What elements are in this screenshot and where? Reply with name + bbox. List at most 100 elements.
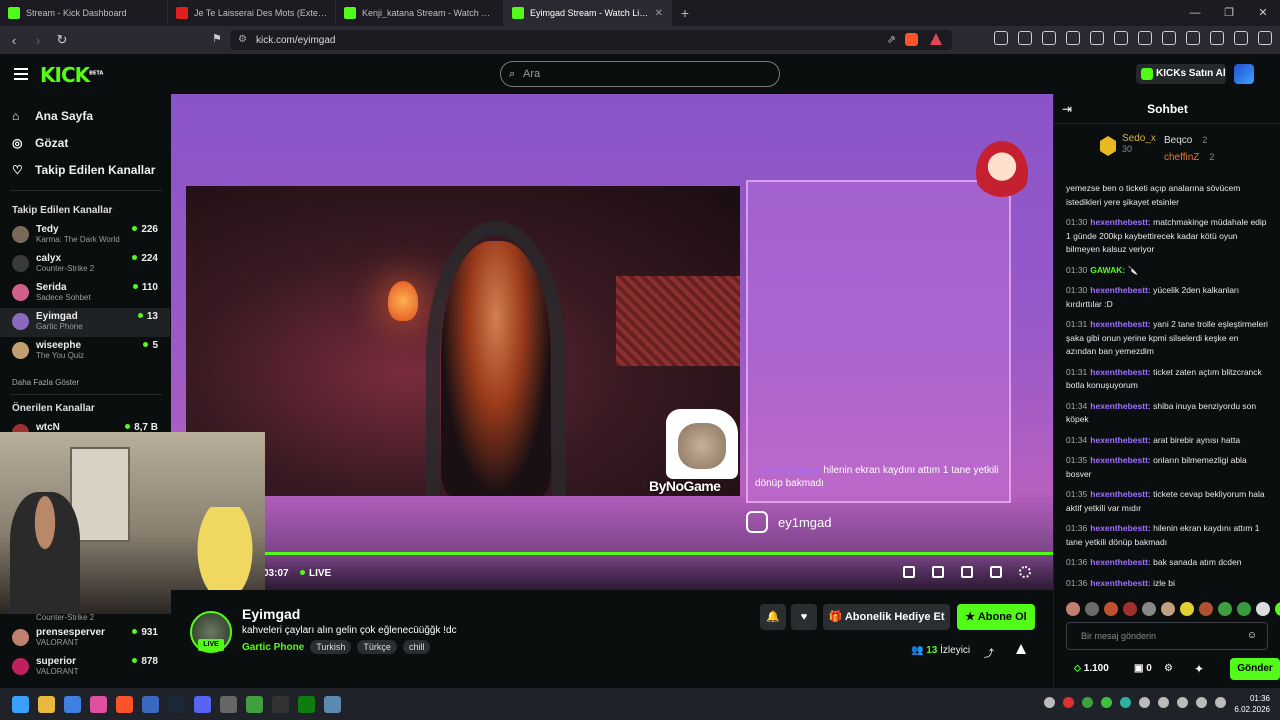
chat-message-input[interactable]: Bir mesaj gönderin ☺: [1066, 622, 1268, 650]
volume-icon[interactable]: [1196, 697, 1207, 708]
sidebar-item-home[interactable]: ⌂ Ana Sayfa: [12, 102, 170, 129]
xbox-icon[interactable]: [298, 695, 315, 713]
theater-mode-icon[interactable]: [961, 566, 973, 578]
extension-icon[interactable]: [1186, 31, 1200, 45]
channel-item[interactable]: prensesperver VALORANT 931: [0, 624, 170, 653]
emote-icon[interactable]: [1142, 602, 1156, 616]
buy-kicks-button[interactable]: KICKs Satın Al: [1136, 64, 1226, 84]
share-icon[interactable]: ⇗: [887, 33, 896, 46]
emote-icon[interactable]: [1066, 602, 1080, 616]
app-icon[interactable]: [64, 695, 81, 713]
notification-bell-button[interactable]: 🔔: [760, 604, 786, 630]
extension-icon[interactable]: [1114, 31, 1128, 45]
video-player[interactable]: hexenthebestt: hilenin ekran kaydını att…: [171, 94, 1053, 590]
menu-icon[interactable]: [1258, 31, 1272, 45]
app-icon[interactable]: [220, 695, 237, 713]
category-link[interactable]: Gartic Phone: [242, 642, 304, 653]
extension-icon[interactable]: [1234, 31, 1248, 45]
emote-icon[interactable]: [1180, 602, 1194, 616]
bookmark-icon[interactable]: ⚑: [212, 32, 222, 45]
sidebar-item-following[interactable]: ♡ Takip Edilen Kanallar: [12, 156, 170, 183]
tag[interactable]: Turkish: [310, 640, 352, 654]
user-avatar[interactable]: [1234, 64, 1254, 84]
emote-icon[interactable]: [1104, 602, 1118, 616]
emote-icon[interactable]: [1237, 602, 1251, 616]
channel-item[interactable]: calyx Counter-Strike 2 224: [0, 250, 170, 279]
top-gifter[interactable]: Sedo_x 30: [1122, 133, 1156, 154]
extension-icon[interactable]: [1210, 31, 1224, 45]
discord-icon[interactable]: [194, 695, 211, 713]
show-more-link[interactable]: Daha Fazla Göster: [0, 378, 79, 387]
app-icon[interactable]: [246, 695, 263, 713]
back-icon[interactable]: ‹: [4, 33, 24, 48]
extension-icon[interactable]: [1162, 31, 1176, 45]
emote-icon[interactable]: [1275, 602, 1280, 616]
emote-icon[interactable]: [1085, 602, 1099, 616]
tag[interactable]: chill: [402, 640, 431, 654]
channel-item[interactable]: wiseephe The You Quiz 5: [0, 337, 170, 366]
close-window-icon[interactable]: ✕: [1246, 0, 1280, 26]
extension-icon[interactable]: [1138, 31, 1152, 45]
send-button[interactable]: Gönder: [1230, 658, 1280, 680]
clip-icon[interactable]: [932, 566, 944, 578]
emote-icon[interactable]: [1161, 602, 1175, 616]
new-tab-button[interactable]: +: [672, 5, 698, 21]
wifi-icon[interactable]: [1177, 697, 1188, 708]
subscribe-button[interactable]: ★ Abone Ol: [957, 604, 1035, 630]
steam-icon[interactable]: [168, 695, 185, 713]
reload-icon[interactable]: ↻: [52, 32, 72, 48]
emote-icon[interactable]: [1256, 602, 1270, 616]
sidebar-item-browse[interactable]: ◎ Gözat: [12, 129, 170, 156]
brave-browser-icon[interactable]: [116, 695, 133, 713]
app-icon[interactable]: [90, 695, 107, 713]
tray-icon[interactable]: [1044, 697, 1055, 708]
emoji-picker-icon[interactable]: ☺: [1247, 623, 1257, 649]
emote-menu-icon[interactable]: ✦: [1194, 662, 1204, 676]
channel-item[interactable]: Serida Sadece Sohbet 110: [0, 279, 170, 308]
windows-start-icon[interactable]: [12, 695, 29, 713]
battery-icon[interactable]: [1215, 697, 1226, 708]
kick-logo[interactable]: KICKBETA: [40, 63, 103, 87]
tray-icon[interactable]: [1101, 697, 1112, 708]
tray-icon[interactable]: [1063, 697, 1074, 708]
site-settings-icon[interactable]: ⚙: [238, 34, 247, 45]
emote-icon[interactable]: [1123, 602, 1137, 616]
forward-icon[interactable]: ›: [28, 33, 48, 48]
settings-gear-icon[interactable]: [1019, 566, 1031, 578]
streamer-name[interactable]: Eyimgad: [242, 606, 300, 622]
gift-subscription-button[interactable]: 🎁 Abonelik Hediye Et: [823, 604, 950, 630]
report-icon[interactable]: [1016, 644, 1026, 654]
tab-kenji-katana[interactable]: Kenji_katana Stream - Watch Live on: [336, 0, 504, 26]
chat-settings-icon[interactable]: ⚙: [1164, 663, 1173, 674]
channel-item[interactable]: Tedy Karma: The Dark World 226: [0, 221, 170, 250]
url-field[interactable]: ⚙ kick.com/eyimgad ⇗: [230, 30, 952, 50]
tray-icon[interactable]: [1139, 697, 1150, 708]
follow-button[interactable]: ♥: [791, 604, 817, 630]
settings-icon[interactable]: [324, 695, 341, 713]
tab-eyimgad[interactable]: Eyimgad Stream - Watch Live on ✕: [504, 0, 672, 26]
tray-icon[interactable]: [1120, 697, 1131, 708]
tab-youtube[interactable]: Je Te Laisserai Des Mots (Extende: [168, 0, 336, 26]
pip-icon[interactable]: [903, 566, 915, 578]
minimize-icon[interactable]: —: [1178, 0, 1212, 26]
system-clock[interactable]: 01:36 6.02.2026: [1234, 693, 1270, 715]
extension-icon[interactable]: [994, 31, 1008, 45]
hamburger-menu-icon[interactable]: [14, 68, 28, 83]
share-icon[interactable]: ⤴: [984, 645, 994, 660]
extension-icon[interactable]: [1018, 31, 1032, 45]
emote-icon[interactable]: [1218, 602, 1232, 616]
epic-games-icon[interactable]: [272, 695, 289, 713]
tab-kick-dashboard[interactable]: Stream - Kick Dashboard: [0, 0, 168, 26]
extension-icon[interactable]: [1066, 31, 1080, 45]
tray-icon[interactable]: [1158, 697, 1169, 708]
brave-rewards-icon[interactable]: [930, 33, 942, 45]
maximize-icon[interactable]: ❐: [1212, 0, 1246, 26]
channel-item-active[interactable]: Eyimgad Gartic Phone 13: [0, 308, 170, 337]
file-explorer-icon[interactable]: [38, 695, 55, 713]
brave-shields-icon[interactable]: [905, 33, 918, 46]
tag[interactable]: Türkçe: [357, 640, 397, 654]
fullscreen-icon[interactable]: [990, 566, 1002, 578]
gift-count[interactable]: ▣ 0: [1134, 663, 1152, 674]
channel-points[interactable]: ⬦ 1.100: [1074, 663, 1109, 674]
emote-icon[interactable]: [1199, 602, 1213, 616]
